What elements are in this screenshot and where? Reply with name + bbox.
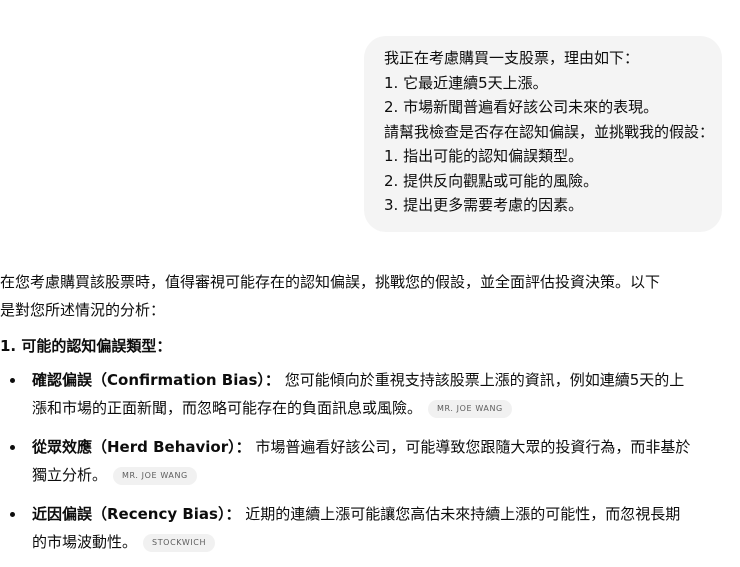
intro-line: 在您考慮購買該股票時，值得審視可能存在的認知偏誤，挑戰您的假設，並全面評估投資決… — [0, 273, 661, 291]
bias-list-item: 從眾效應（Herd Behavior）： 市場普遍看好該公司，可能導致您跟隨大眾… — [0, 433, 724, 489]
user-message-line: 1. 它最近連續5天上漲。 — [384, 73, 548, 92]
assistant-response: 在您考慮購買該股票時，值得審視可能存在的認知偏誤，挑戰您的假設，並全面評估投資決… — [0, 268, 724, 567]
bullet-dot — [10, 445, 15, 450]
bias-list-item: 確認偏誤（Confirmation Bias）： 您可能傾向於重視支持該股票上漲… — [0, 366, 724, 422]
bias-list-item: 近因偏誤（Recency Bias）： 近期的連續上漲可能讓您高估未來持續上漲的… — [0, 500, 724, 556]
bias-list: 確認偏誤（Confirmation Bias）： 您可能傾向於重視支持該股票上漲… — [0, 366, 724, 556]
user-message-line: 2. 提供反向觀點或可能的風險。 — [384, 171, 599, 190]
citation-chip[interactable]: STOCKWICH — [143, 534, 216, 552]
bias-description: 漲和市場的正面新聞，而忽略可能存在的負面訊息或風險。 — [32, 399, 423, 417]
bias-description: 的市場波動性。 — [32, 533, 138, 551]
user-message-line: 我正在考慮購買一支股票，理由如下： — [384, 49, 640, 67]
assistant-intro: 在您考慮購買該股票時，值得審視可能存在的認知偏誤，挑戰您的假設，並全面評估投資決… — [0, 268, 724, 324]
bias-description: 獨立分析。 — [32, 466, 108, 484]
citation-chip[interactable]: MR. JOE WANG — [113, 467, 197, 485]
bias-description: 您可能傾向於重視支持該股票上漲的資訊，例如連續5天的上 — [284, 371, 685, 389]
user-message-line: 3. 提出更多需要考慮的因素。 — [384, 196, 584, 214]
bullet-dot — [10, 512, 15, 517]
bullet-dot — [10, 378, 15, 383]
user-message-line: 請幫我檢查是否存在認知偏誤，並挑戰我的假設： — [384, 122, 715, 141]
section-heading: 1. 可能的認知偏誤類型： — [0, 337, 172, 355]
bias-term: 從眾效應（Herd Behavior）： — [32, 438, 251, 456]
user-message-row: 我正在考慮購買一支股票，理由如下： 1. 它最近連續5天上漲。 2. 市場新聞普… — [364, 36, 722, 232]
bias-description: 市場普遍看好該公司，可能導致您跟隨大眾的投資行為，而非基於 — [255, 438, 691, 456]
bias-description: 近期的連續上漲可能讓您高估未來持續上漲的可能性，而忽視長期 — [245, 505, 681, 523]
user-message-line: 1. 指出可能的認知偏誤類型。 — [384, 147, 584, 165]
user-message-line: 2. 市場新聞普遍看好該公司未來的表現。 — [384, 98, 659, 116]
intro-line: 是對您所述情況的分析： — [0, 301, 166, 319]
citation-chip[interactable]: MR. JOE WANG — [428, 400, 512, 418]
bias-term: 確認偏誤（Confirmation Bias）： — [32, 371, 280, 389]
user-message-bubble: 我正在考慮購買一支股票，理由如下： 1. 它最近連續5天上漲。 2. 市場新聞普… — [364, 36, 722, 232]
bias-term: 近因偏誤（Recency Bias）： — [32, 505, 241, 523]
